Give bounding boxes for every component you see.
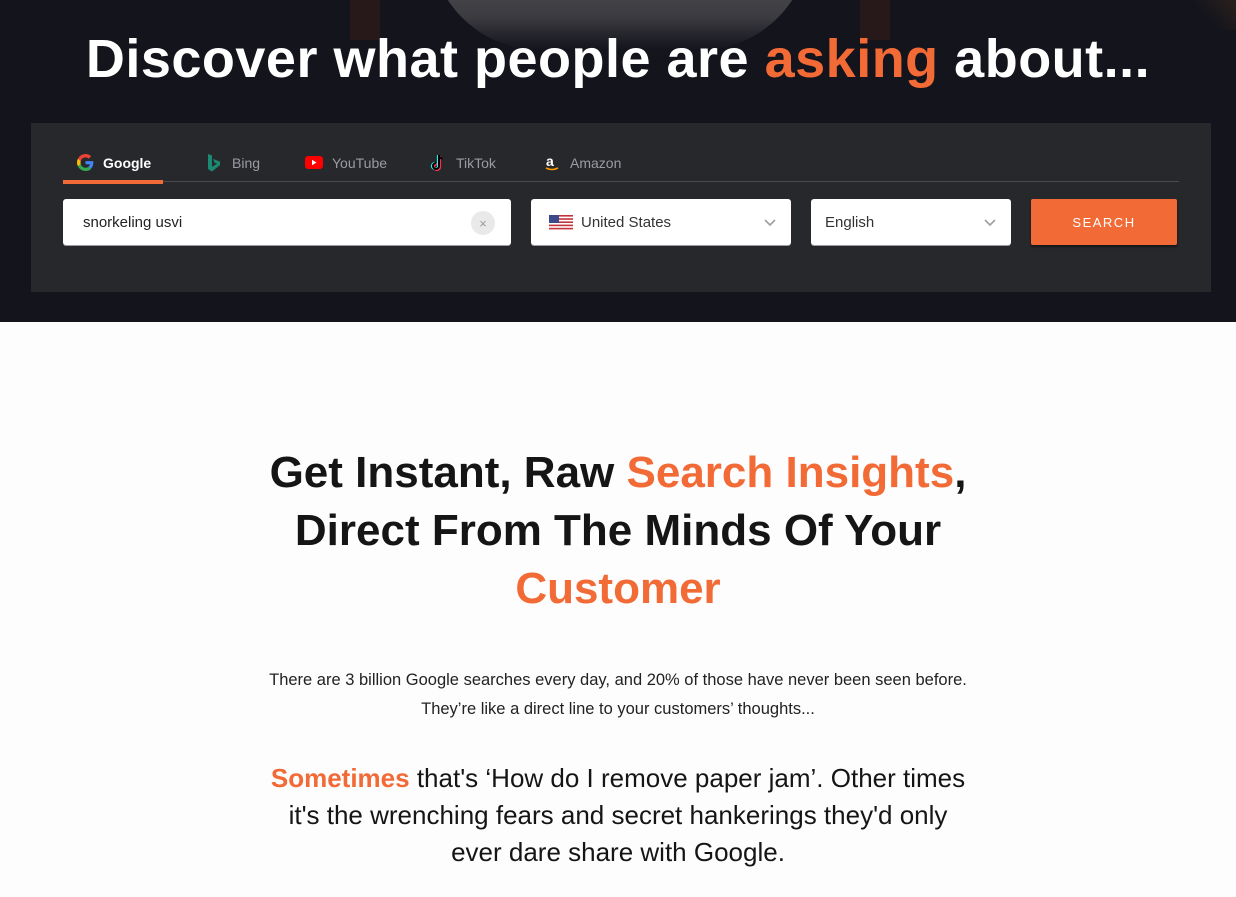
search-input[interactable] bbox=[83, 199, 463, 245]
intro-text: There are 3 billion Google searches ever… bbox=[269, 671, 967, 689]
chevron-down-icon bbox=[984, 219, 996, 227]
search-form: × United States English SEA bbox=[63, 199, 1179, 245]
headline-accent: Search Insights bbox=[626, 448, 955, 497]
amazon-icon: a bbox=[543, 154, 561, 172]
headline-accent: Customer bbox=[515, 564, 721, 613]
tab-tiktok[interactable]: TikTok bbox=[415, 143, 515, 182]
search-panel: Google Bing YouTube TikTok a Amazon snor… bbox=[31, 123, 1211, 292]
hero-title-text: about... bbox=[938, 29, 1151, 89]
section-headline: Get Instant, Raw Search Insights, Direct… bbox=[0, 444, 1236, 618]
headline-text: , bbox=[954, 448, 967, 497]
tab-label: TikTok bbox=[456, 154, 496, 171]
quote-text: ever dare share with Google. bbox=[451, 837, 785, 867]
tab-amazon[interactable]: a Amazon bbox=[529, 143, 639, 182]
country-select[interactable]: United States bbox=[531, 199, 791, 245]
us-flag-icon bbox=[549, 214, 573, 230]
hero-section: Discover what people are asking about...… bbox=[0, 0, 1236, 322]
google-icon bbox=[77, 154, 94, 172]
chevron-down-icon bbox=[764, 219, 776, 227]
quote-accent: Sometimes bbox=[270, 763, 410, 793]
svg-text:a: a bbox=[546, 154, 554, 169]
search-engine-tabs: Google Bing YouTube TikTok a Amazon bbox=[63, 143, 1179, 184]
tiktok-icon bbox=[429, 154, 447, 172]
hero-title: Discover what people are asking about... bbox=[0, 24, 1236, 94]
language-select[interactable]: English bbox=[811, 199, 1011, 245]
tab-google[interactable]: Google bbox=[63, 143, 163, 184]
headline-text: Direct From The Minds Of Your bbox=[294, 506, 942, 555]
tab-label: YouTube bbox=[332, 154, 388, 171]
youtube-icon bbox=[305, 154, 323, 172]
quote-text: that's ‘How do I remove paper jam’. Othe… bbox=[409, 763, 966, 793]
search-box: × bbox=[63, 199, 511, 245]
hero-title-accent: asking bbox=[764, 29, 939, 89]
country-value: United States bbox=[581, 213, 672, 231]
hero-title-text: Discover what people are bbox=[85, 29, 765, 89]
language-value: English bbox=[825, 213, 875, 231]
intro-text: They’re like a direct line to your custo… bbox=[421, 700, 815, 718]
tab-bing[interactable]: Bing bbox=[177, 143, 277, 182]
tab-youtube[interactable]: YouTube bbox=[291, 143, 401, 182]
tab-label: Google bbox=[103, 154, 152, 171]
search-button[interactable]: SEARCH bbox=[1031, 199, 1177, 245]
tab-label: Amazon bbox=[570, 154, 622, 171]
headline-text: Get Instant, Raw bbox=[269, 448, 627, 497]
quote-paragraph: Sometimes that's ‘How do I remove paper … bbox=[0, 760, 1236, 871]
clear-search-button[interactable]: × bbox=[471, 211, 495, 235]
close-icon: × bbox=[479, 215, 487, 231]
intro-paragraph: There are 3 billion Google searches ever… bbox=[0, 666, 1236, 724]
quote-text: it's the wrenching fears and secret hank… bbox=[288, 800, 948, 830]
tab-label: Bing bbox=[232, 154, 261, 171]
bing-icon bbox=[205, 153, 223, 172]
